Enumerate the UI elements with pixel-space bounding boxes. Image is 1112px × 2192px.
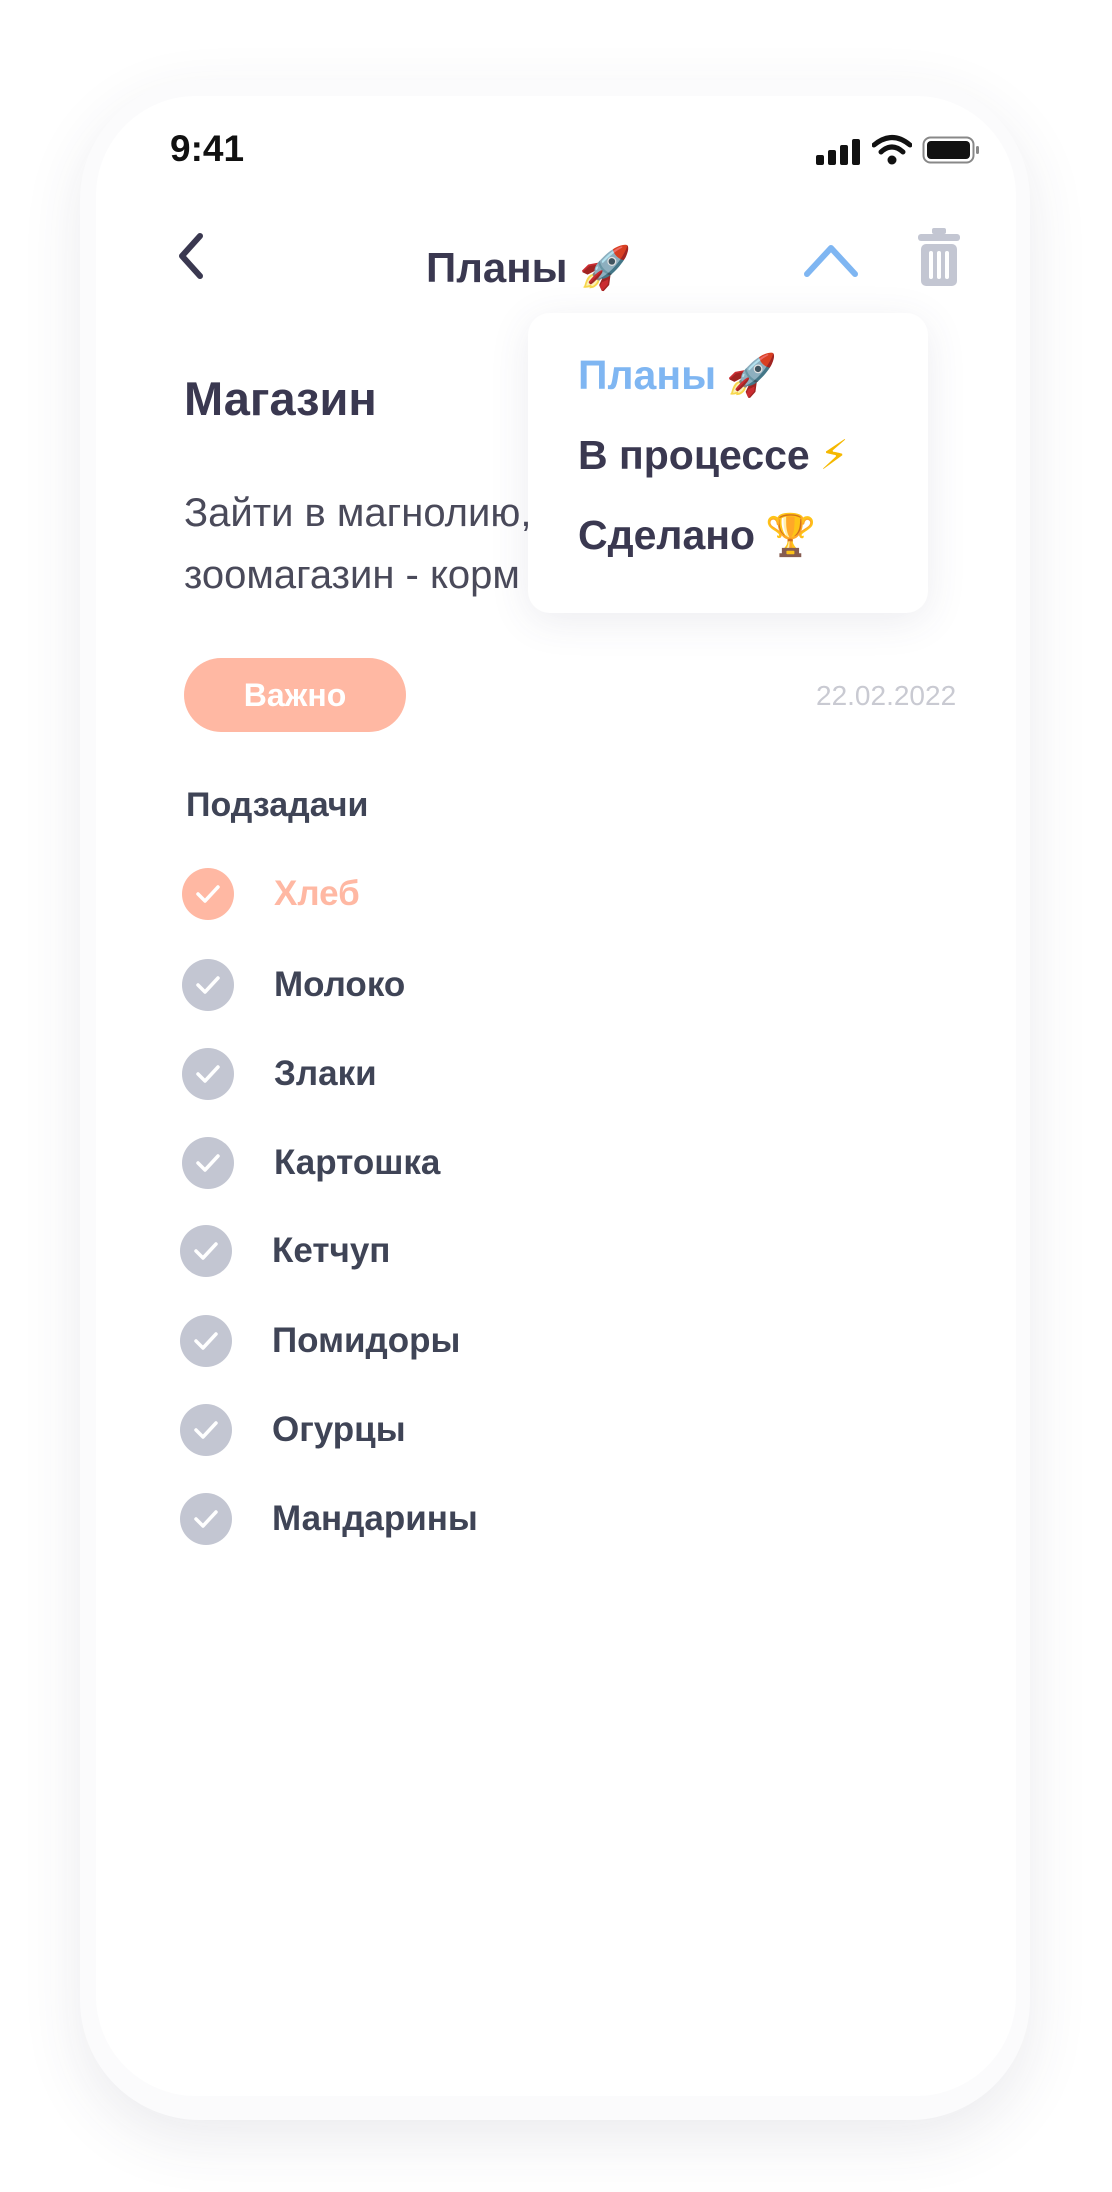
subtask-item[interactable]: Молоко [182, 957, 405, 1013]
trophy-icon: 🏆 [765, 511, 817, 559]
subtask-item[interactable]: Мандарины [180, 1491, 478, 1547]
task-date: 22.02.2022 [816, 680, 957, 711]
status-dropdown: Планы 🚀 В процессе ⚡ Сделано 🏆 [528, 313, 928, 613]
subtask-label: Молоко [274, 965, 406, 1004]
subtask-label: Огурцы [272, 1410, 406, 1449]
subtask-item[interactable]: Картошка [182, 1135, 440, 1191]
priority-badge[interactable]: Важно [184, 658, 406, 732]
dropdown-item-label: Планы [578, 352, 717, 398]
subtask-label: Хлеб [274, 874, 360, 913]
check-icon[interactable] [182, 1048, 234, 1100]
check-icon[interactable] [180, 1225, 232, 1277]
subtask-item[interactable]: Огурцы [180, 1402, 406, 1458]
app-screen: 9:41 Планы 🚀 Магазин Зайти в магнолию, з… [96, 96, 1016, 2096]
subtask-label: Помидоры [272, 1321, 461, 1360]
dropdown-item-in-progress[interactable]: В процессе ⚡ [578, 431, 849, 479]
subtask-item[interactable]: Помидоры [180, 1313, 460, 1369]
dropdown-item-label: В процессе [578, 432, 810, 478]
dropdown-item-plans[interactable]: Планы 🚀 [578, 351, 777, 400]
check-icon[interactable] [180, 1404, 232, 1456]
chevron-up-icon[interactable] [801, 238, 861, 283]
subtasks-heading: Подзадачи [186, 786, 369, 824]
subtask-label: Кетчуп [272, 1231, 391, 1270]
signal-icon [816, 139, 862, 165]
check-icon[interactable] [182, 1137, 234, 1189]
dropdown-item-done[interactable]: Сделано 🏆 [578, 511, 816, 560]
subtask-item[interactable]: Хлеб [182, 866, 360, 922]
header-title[interactable]: Планы 🚀 [426, 244, 631, 293]
check-icon[interactable] [182, 959, 234, 1011]
lightning-icon: ⚡ [819, 431, 849, 479]
wifi-icon [872, 135, 912, 165]
subtask-label: Злаки [274, 1054, 377, 1093]
task-title: Магазин [184, 372, 377, 425]
dropdown-item-label: Сделано [578, 512, 756, 558]
battery-icon [922, 136, 979, 164]
check-icon[interactable] [180, 1493, 232, 1545]
subtask-item[interactable]: Кетчуп [180, 1223, 390, 1279]
check-icon[interactable] [180, 1315, 232, 1367]
subtask-label: Картошка [274, 1143, 441, 1182]
subtask-label: Мандарины [272, 1499, 478, 1538]
back-button[interactable] [166, 226, 216, 286]
trash-icon[interactable] [914, 226, 964, 288]
rocket-icon: 🚀 [726, 351, 778, 399]
check-icon[interactable] [182, 868, 234, 920]
subtask-item[interactable]: Злаки [182, 1046, 377, 1102]
status-time: 9:41 [170, 128, 245, 169]
